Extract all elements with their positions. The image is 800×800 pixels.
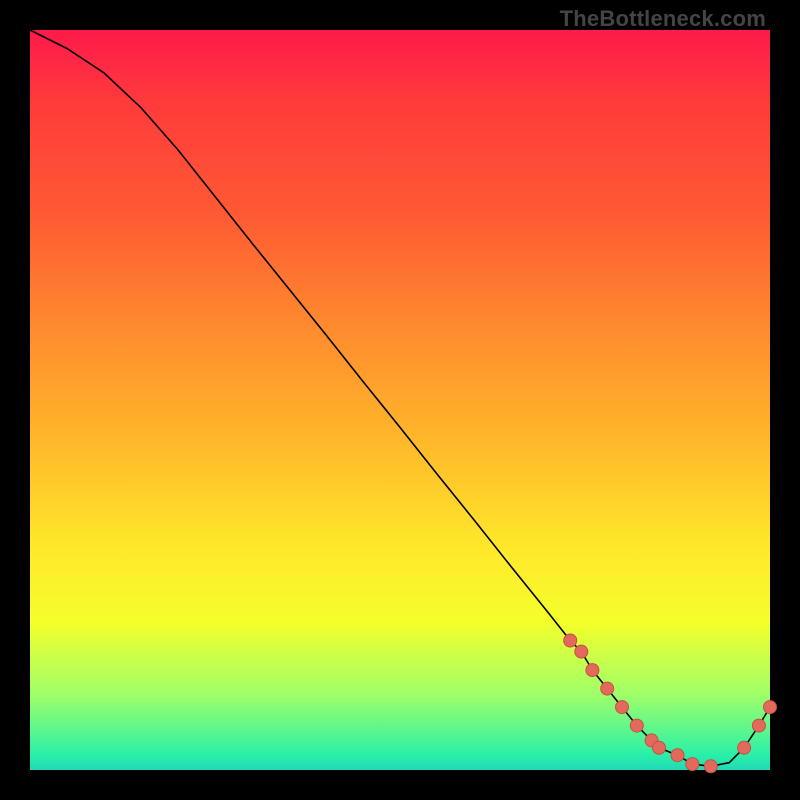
data-marker [686, 758, 699, 771]
data-marker [764, 701, 777, 714]
chart-title: TheBottleneck.com [560, 6, 766, 32]
data-marker [630, 719, 643, 732]
data-marker [752, 719, 765, 732]
data-marker [616, 701, 629, 714]
data-marker [704, 760, 717, 773]
data-marker [586, 664, 599, 677]
data-marker [738, 741, 751, 754]
data-marker [601, 682, 614, 695]
data-marker [653, 741, 666, 754]
curve-line [30, 30, 770, 766]
data-marker [575, 645, 588, 658]
chart-svg [30, 30, 770, 770]
chart-stage: TheBottleneck.com [0, 0, 800, 800]
data-marker [671, 749, 684, 762]
data-marker [564, 634, 577, 647]
plot-area [30, 30, 770, 770]
